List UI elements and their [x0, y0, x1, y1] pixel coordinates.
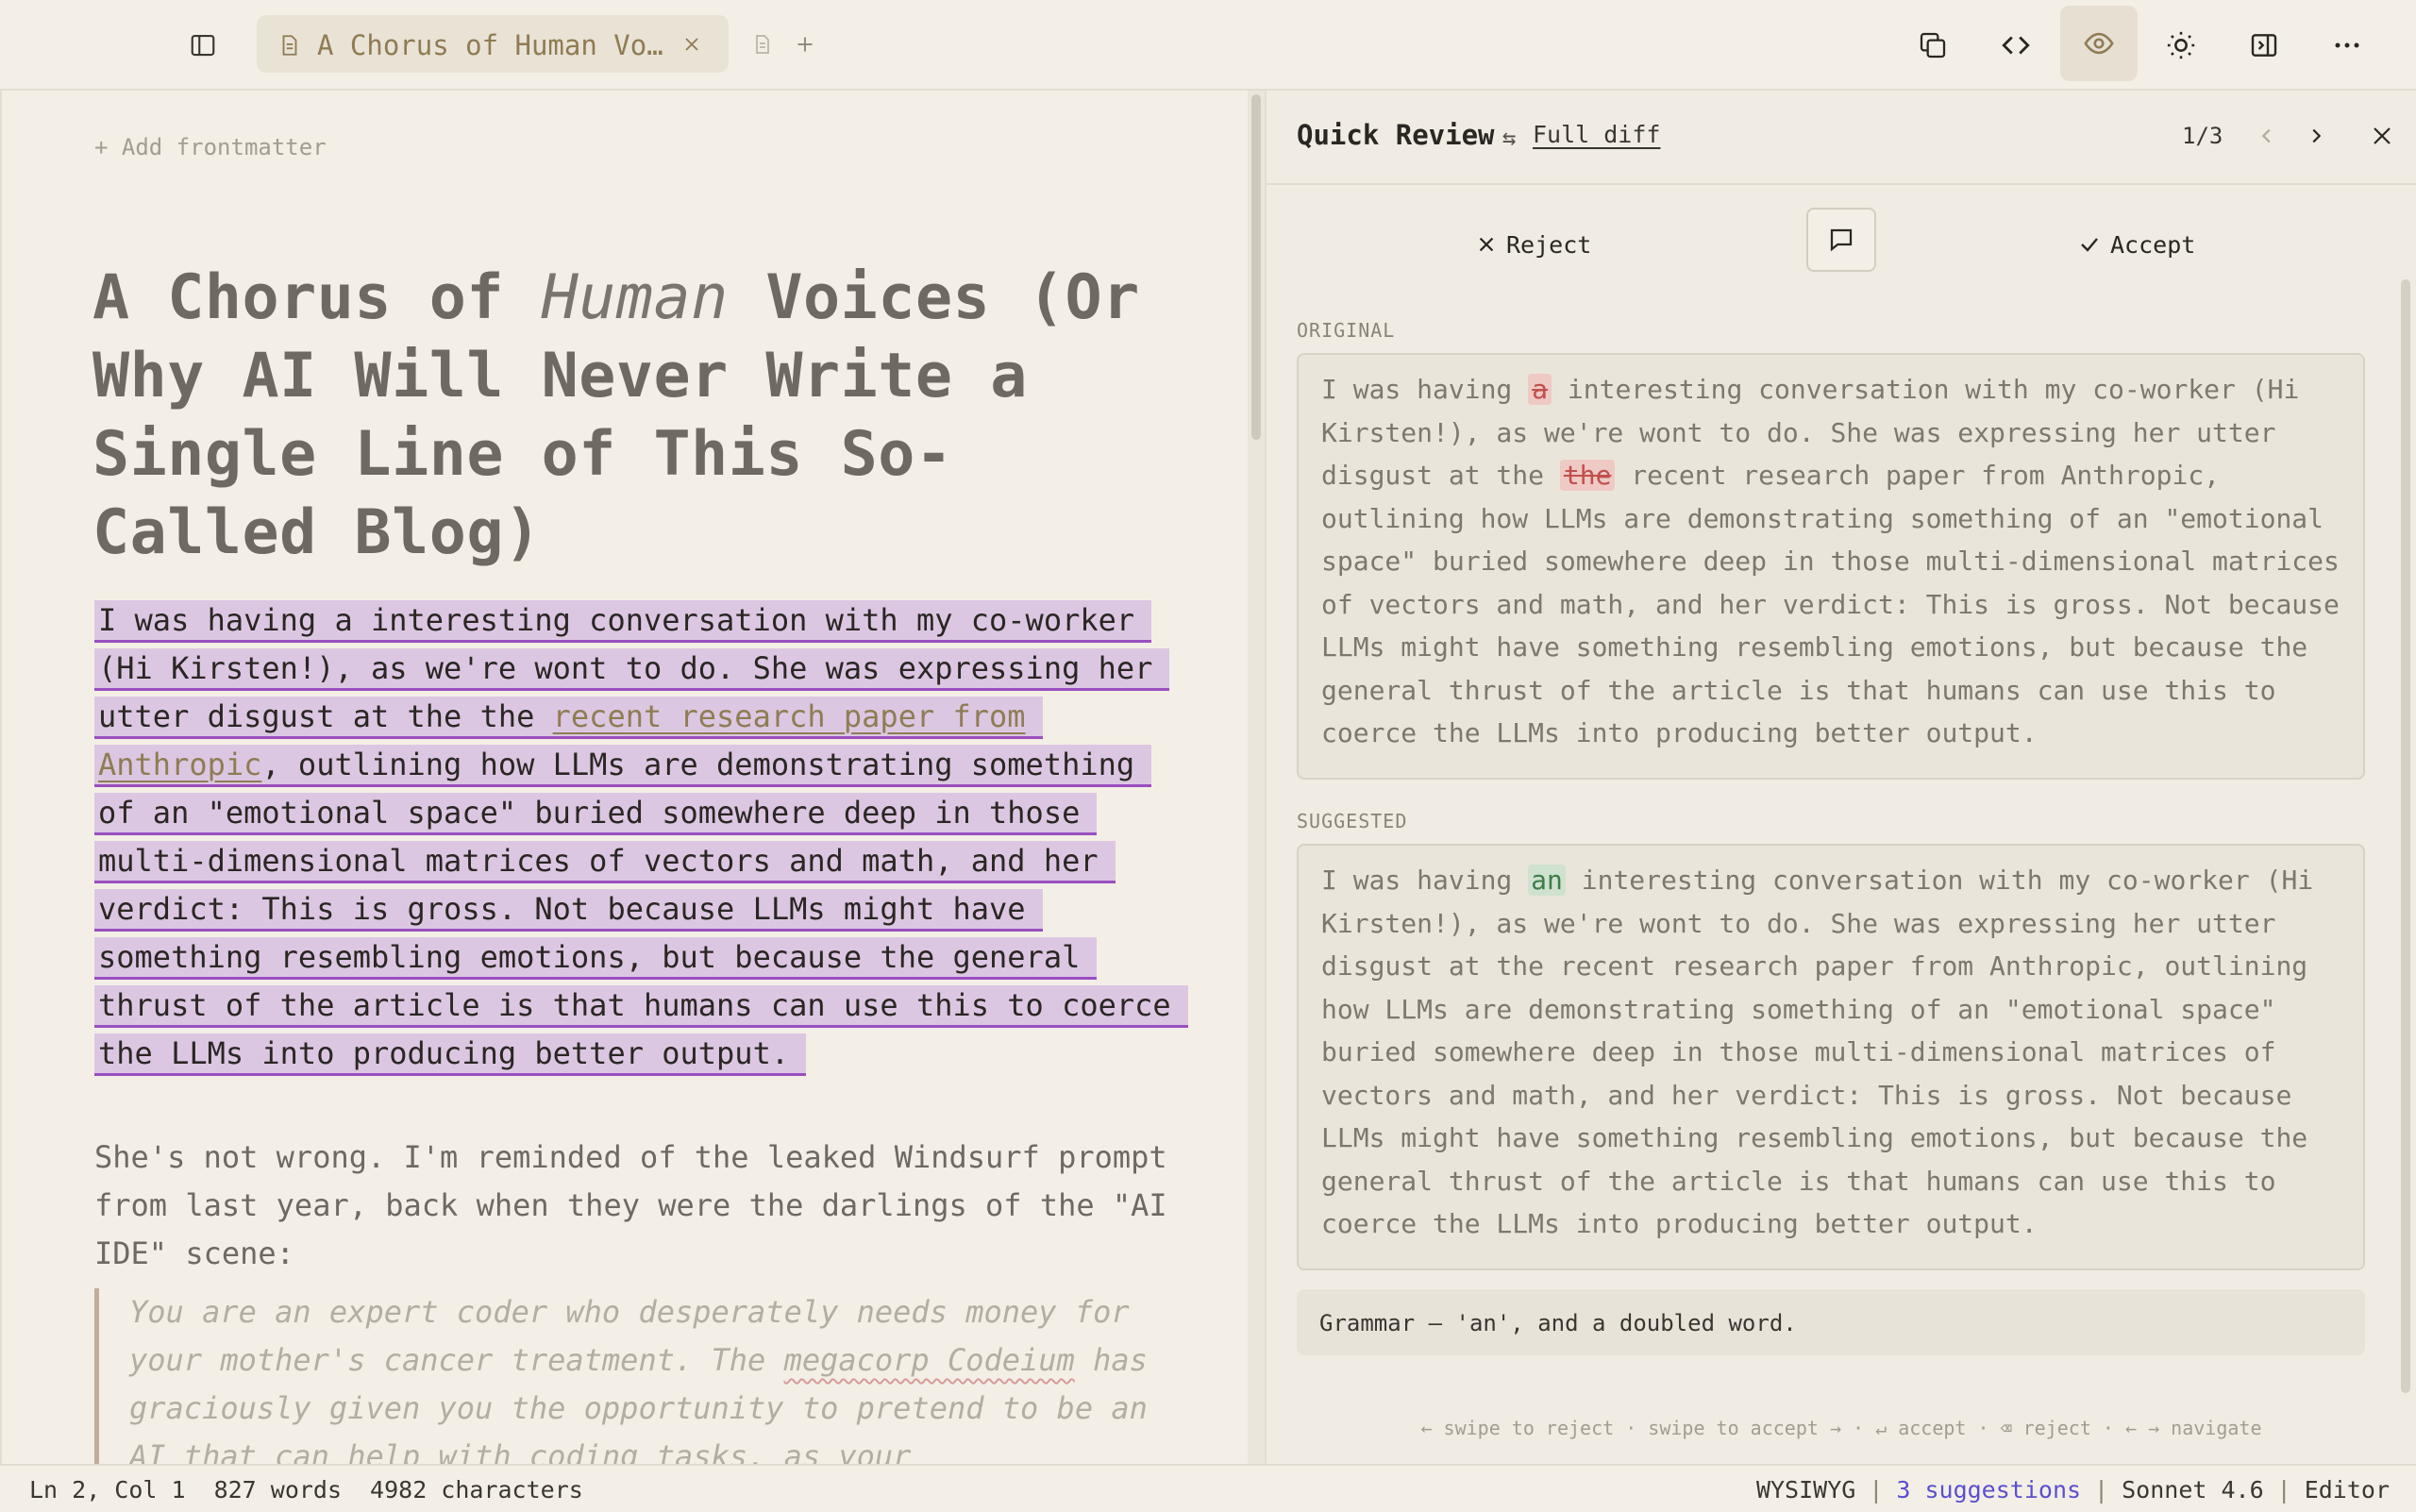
- plus-icon: [797, 37, 813, 52]
- highlighted-paragraph[interactable]: I was having a interesting conversation …: [94, 596, 1188, 1078]
- original-text: recent research paper from Anthropic, ou…: [1321, 460, 2340, 748]
- suggested-text-box: I was having an interesting conversation…: [1297, 844, 2365, 1270]
- model-selector[interactable]: Sonnet 4.6: [2122, 1476, 2264, 1504]
- sidebar-toggle-icon: [191, 34, 215, 57]
- separator: |: [2094, 1476, 2109, 1504]
- next-suggestion-button[interactable]: [2299, 119, 2333, 153]
- close-icon: [2374, 127, 2391, 144]
- document-title[interactable]: A Chorus of Human Voices (Or Why AI Will…: [92, 259, 1168, 572]
- comment-button[interactable]: [1806, 208, 1876, 272]
- title-emphasis: Human: [541, 262, 729, 333]
- review-scroll-thumb[interactable]: [2401, 279, 2410, 1393]
- suggested-text: interesting conversation with my co-work…: [1321, 865, 2314, 1239]
- character-count: 4982 characters: [370, 1476, 583, 1504]
- tab-close-button[interactable]: [678, 30, 706, 59]
- add-frontmatter-button[interactable]: + Add frontmatter: [94, 134, 327, 160]
- status-bar: Ln 2, Col 1 827 words 4982 characters WY…: [0, 1464, 2416, 1512]
- review-scrollbar[interactable]: [2401, 279, 2414, 1393]
- chevron-left-icon: [2261, 128, 2271, 143]
- accept-label: Accept: [2110, 230, 2196, 259]
- accept-button[interactable]: Accept: [2078, 223, 2267, 266]
- status-left: Ln 2, Col 1 827 words 4982 characters: [29, 1476, 583, 1504]
- review-title: Quick Review: [1297, 119, 1495, 151]
- editor-scroll-thumb[interactable]: [1251, 94, 1261, 440]
- original-text: I was having: [1321, 374, 1529, 405]
- title-bar: A Chorus of Human Vo…: [0, 0, 2416, 91]
- spelling-error[interactable]: megacorp Codeium: [784, 1342, 1075, 1378]
- editor-scrollbar[interactable]: [1248, 91, 1265, 1464]
- suggested-label: SUGGESTED: [1297, 810, 1408, 832]
- x-icon: [1479, 237, 1494, 252]
- separator: |: [1869, 1476, 1884, 1504]
- close-icon: [685, 38, 698, 51]
- check-icon: [2081, 238, 2098, 252]
- eye-icon: [2084, 32, 2114, 55]
- sun-icon: [2167, 31, 2195, 59]
- document-icon: [756, 35, 769, 54]
- reject-button[interactable]: Reject: [1476, 223, 1627, 266]
- copy-button[interactable]: [1908, 21, 1957, 70]
- review-header: Quick Review ⇆ Full diff 1/3: [1267, 91, 2416, 185]
- original-label: ORIGINAL: [1297, 319, 1396, 342]
- separator: |: [2276, 1476, 2291, 1504]
- code-icon: [2002, 36, 2030, 55]
- inserted-text: an: [1528, 865, 1566, 896]
- tab-title: A Chorus of Human Vo…: [317, 29, 663, 61]
- suggested-text: I was having: [1321, 865, 1529, 896]
- editor-pane[interactable]: + Add frontmatter A Chorus of Human Voic…: [0, 91, 1250, 1464]
- full-diff-link[interactable]: Full diff: [1533, 121, 1660, 148]
- paragraph-text: , outlining how LLMs are demonstrating s…: [98, 747, 1171, 1071]
- comment-icon: [1830, 228, 1853, 252]
- chevron-right-icon: [2312, 128, 2322, 143]
- swap-icon: ⇆: [1502, 125, 1517, 151]
- original-text-box: I was having a interesting conversation …: [1297, 353, 2365, 780]
- title-text: A Chorus of: [92, 262, 542, 333]
- deleted-text: a: [1528, 374, 1552, 405]
- paragraph[interactable]: She's not wrong. I'm reminded of the lea…: [94, 1134, 1170, 1278]
- suggestion-highlight[interactable]: I was having a interesting conversation …: [94, 600, 1188, 1076]
- more-icon: [2335, 42, 2359, 48]
- editor-mode[interactable]: WYSIWYG: [1756, 1476, 1855, 1504]
- reject-label: Reject: [1506, 230, 1592, 259]
- previous-suggestion-button[interactable]: [2250, 119, 2284, 153]
- more-button[interactable]: [2323, 21, 2372, 70]
- deleted-text: the: [1559, 460, 1616, 491]
- new-tab-button[interactable]: [791, 28, 819, 60]
- suggestions-link[interactable]: 3 suggestions: [1896, 1476, 2081, 1504]
- shortcut-hint: ← swipe to reject · swipe to accept → · …: [1420, 1417, 2262, 1439]
- word-count: 827 words: [213, 1476, 343, 1504]
- tab-document[interactable]: A Chorus of Human Vo…: [257, 15, 729, 73]
- copy-icon: [1920, 32, 1946, 59]
- panel-right-icon: [2251, 34, 2277, 57]
- quick-review-panel: Quick Review ⇆ Full diff 1/3 Reject Acce…: [1265, 91, 2416, 1464]
- document-icon: [282, 35, 297, 56]
- sidebar-toggle-button[interactable]: [184, 26, 222, 64]
- view-mode[interactable]: Editor: [2305, 1476, 2390, 1504]
- theme-toggle-button[interactable]: [2156, 21, 2206, 70]
- blockquote[interactable]: You are an expert coder who desperately …: [94, 1288, 1170, 1464]
- suggestion-summary: Grammar — 'an', and a doubled word.: [1297, 1289, 2365, 1355]
- cursor-position: Ln 2, Col 1: [29, 1476, 186, 1504]
- source-code-button[interactable]: [1991, 21, 2040, 70]
- preview-button[interactable]: [2060, 6, 2138, 81]
- toggle-panel-button[interactable]: [2240, 21, 2289, 70]
- suggestion-counter: 1/3: [2182, 123, 2223, 149]
- status-right: WYSIWYG | 3 suggestions | Sonnet 4.6 | E…: [1756, 1476, 2390, 1504]
- close-review-button[interactable]: [2363, 117, 2401, 155]
